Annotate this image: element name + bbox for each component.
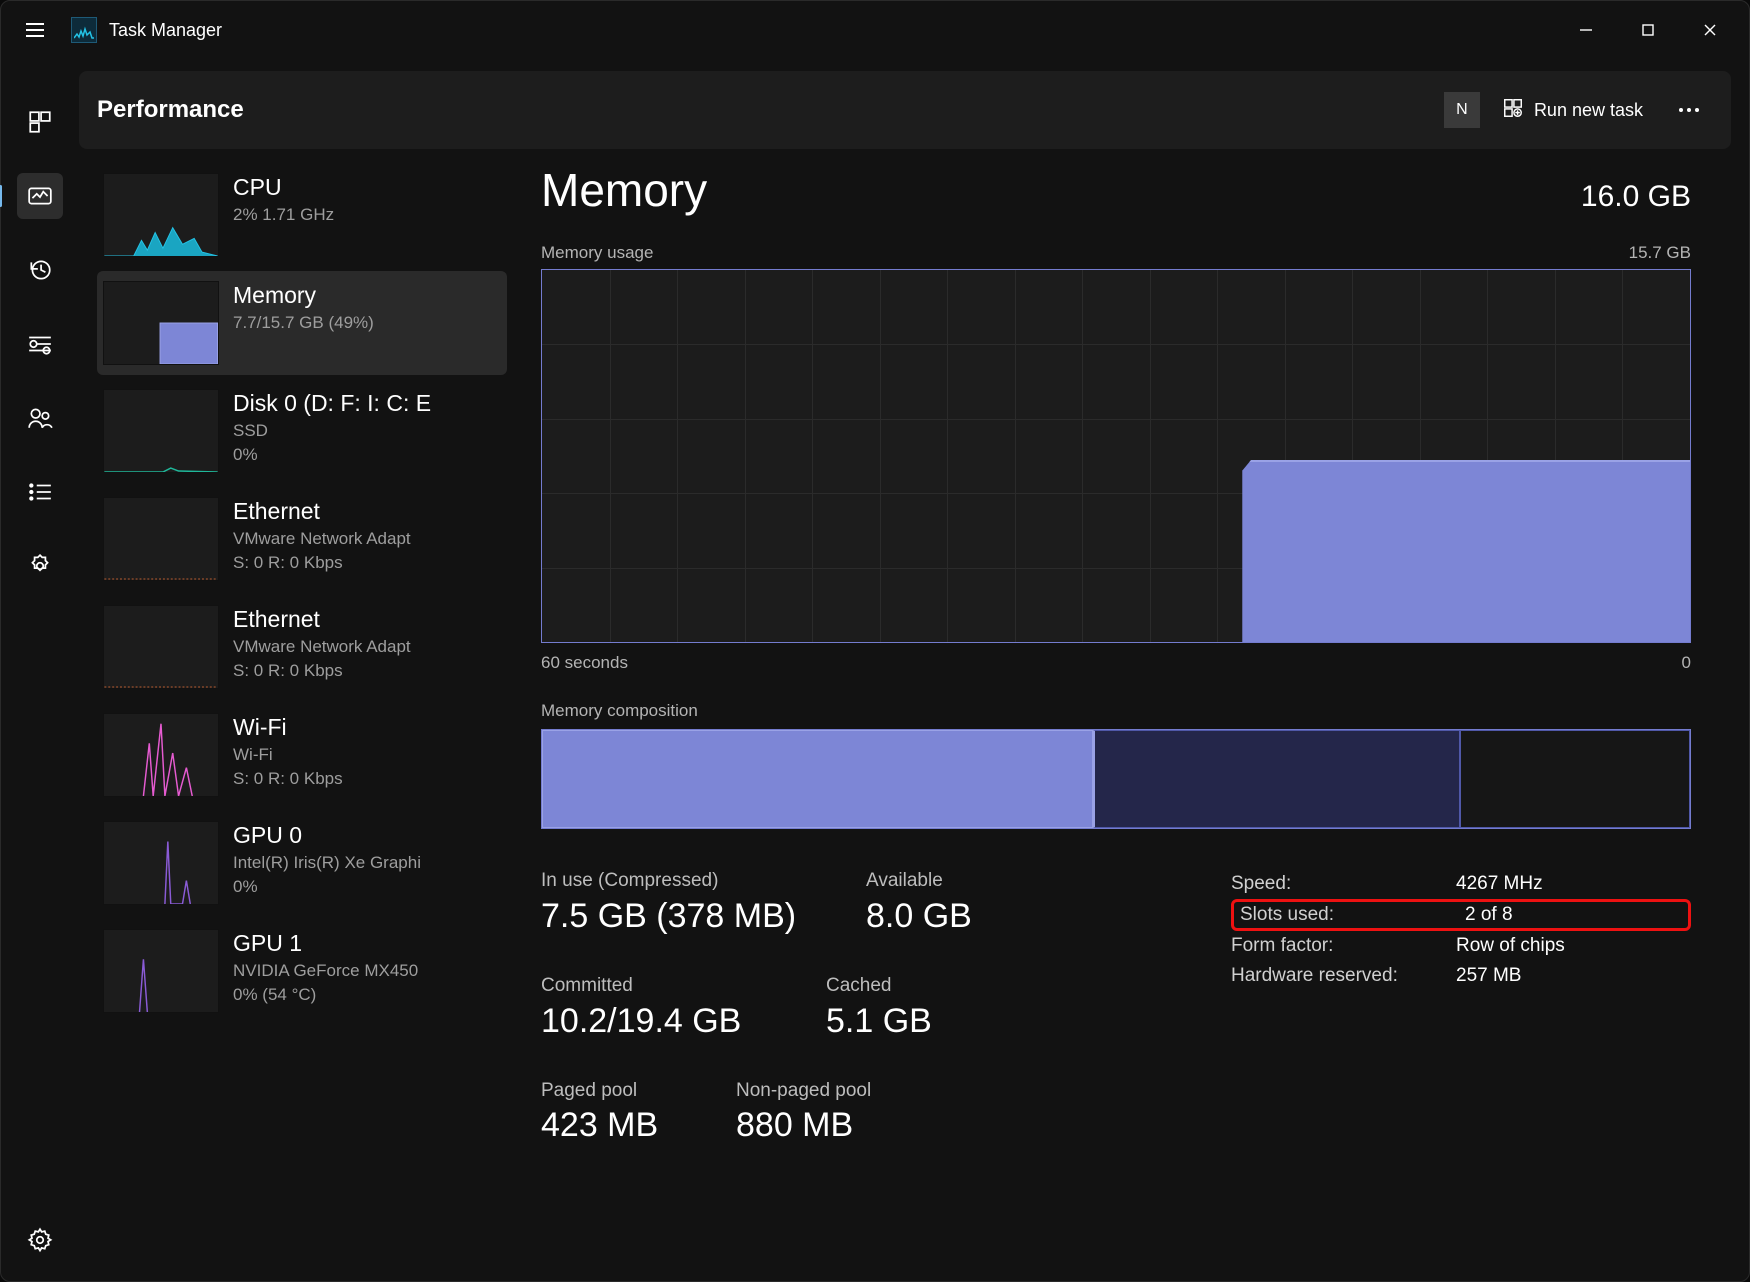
- committed-label: Committed: [541, 974, 796, 999]
- comp-in-use: [542, 730, 1093, 828]
- app-icon: [71, 17, 97, 43]
- detail-title: Memory: [541, 163, 707, 217]
- gpu1-thumb: [103, 929, 219, 1013]
- section-header: Performance N Run new task: [79, 71, 1731, 149]
- sidebar-item-gpu0[interactable]: GPU 0Intel(R) Iris(R) Xe Graphi0%: [97, 811, 507, 915]
- nav-services[interactable]: [17, 543, 63, 589]
- composition-label: Memory composition: [541, 701, 1691, 721]
- comp-free: [1460, 730, 1690, 828]
- gpu0-thumb: [103, 821, 219, 905]
- nonpaged-value: 880 MB: [736, 1103, 871, 1147]
- run-new-task-button[interactable]: Run new task: [1494, 91, 1651, 130]
- resource-list: CPU2% 1.71 GHz Memory7.7/15.7 GB (49%) D…: [97, 163, 507, 1281]
- titlebar: Task Manager: [1, 1, 1749, 59]
- minimize-button[interactable]: [1555, 6, 1617, 54]
- memory-detail-pane: Memory 16.0 GB Memory usage 15.7 GB: [541, 163, 1739, 1281]
- user-badge[interactable]: N: [1444, 92, 1480, 128]
- app-title: Task Manager: [109, 20, 222, 41]
- row-speed: Speed: 4267 MHz: [1231, 869, 1691, 899]
- run-task-label: Run new task: [1534, 100, 1643, 121]
- row-form-factor: Form factor: Row of chips: [1231, 931, 1691, 961]
- sidebar-item-ethernet-1[interactable]: EthernetVMware Network AdaptS: 0 R: 0 Kb…: [97, 487, 507, 591]
- row-slots-used: Slots used: 2 of 8: [1231, 899, 1691, 931]
- cached-label: Cached: [826, 974, 932, 999]
- run-task-icon: [1502, 97, 1524, 124]
- paged-label: Paged pool: [541, 1079, 706, 1104]
- xaxis-left: 60 seconds: [541, 653, 628, 673]
- row-hardware-reserved: Hardware reserved: 257 MB: [1231, 961, 1691, 991]
- cpu-thumb: [103, 173, 219, 257]
- available-label: Available: [866, 869, 972, 894]
- nav-settings[interactable]: [17, 1217, 63, 1263]
- nav-history[interactable]: [17, 247, 63, 293]
- memory-thumb: [103, 281, 219, 365]
- usage-chart-label: Memory usage: [541, 243, 653, 263]
- sidebar-item-memory[interactable]: Memory7.7/15.7 GB (49%): [97, 271, 507, 375]
- sidebar-item-wifi[interactable]: Wi-FiWi-FiS: 0 R: 0 Kbps: [97, 703, 507, 807]
- sidebar-item-disk0[interactable]: Disk 0 (D: F: I: C: ESSD0%: [97, 379, 507, 483]
- hamburger-button[interactable]: [9, 4, 61, 56]
- sidebar-item-gpu1[interactable]: GPU 1NVIDIA GeForce MX4500% (54 °C): [97, 919, 507, 1023]
- wifi-thumb: [103, 713, 219, 797]
- total-memory: 16.0 GB: [1581, 180, 1691, 214]
- xaxis-right: 0: [1682, 653, 1691, 673]
- nav-performance[interactable]: [17, 173, 63, 219]
- nav-processes[interactable]: [17, 99, 63, 145]
- paged-value: 423 MB: [541, 1103, 706, 1147]
- window-controls: [1555, 6, 1741, 54]
- nav-startup[interactable]: [17, 321, 63, 367]
- nav-details[interactable]: [17, 469, 63, 515]
- usage-chart-max: 15.7 GB: [1629, 243, 1691, 263]
- committed-value: 10.2/19.4 GB: [541, 999, 796, 1043]
- inuse-label: In use (Compressed): [541, 869, 836, 894]
- inuse-value: 7.5 GB (378 MB): [541, 894, 836, 938]
- eth2-thumb: [103, 605, 219, 689]
- section-title: Performance: [97, 96, 244, 124]
- task-manager-window: Task Manager: [0, 0, 1750, 1282]
- memory-composition-chart: [541, 729, 1691, 829]
- disk-thumb: [103, 389, 219, 473]
- nav-users[interactable]: [17, 395, 63, 441]
- comp-standby: [1093, 730, 1460, 828]
- maximize-button[interactable]: [1617, 6, 1679, 54]
- memory-info-table: Speed: 4267 MHz Slots used: 2 of 8 Form …: [1231, 869, 1691, 991]
- sidebar-item-ethernet-2[interactable]: EthernetVMware Network AdaptS: 0 R: 0 Kb…: [97, 595, 507, 699]
- available-value: 8.0 GB: [866, 894, 972, 938]
- cached-value: 5.1 GB: [826, 999, 932, 1043]
- eth1-thumb: [103, 497, 219, 581]
- memory-usage-chart: [541, 269, 1691, 643]
- nav-rail: [1, 59, 79, 1281]
- nonpaged-label: Non-paged pool: [736, 1079, 871, 1104]
- more-button[interactable]: [1665, 92, 1713, 128]
- close-button[interactable]: [1679, 6, 1741, 54]
- sidebar-item-cpu[interactable]: CPU2% 1.71 GHz: [97, 163, 507, 267]
